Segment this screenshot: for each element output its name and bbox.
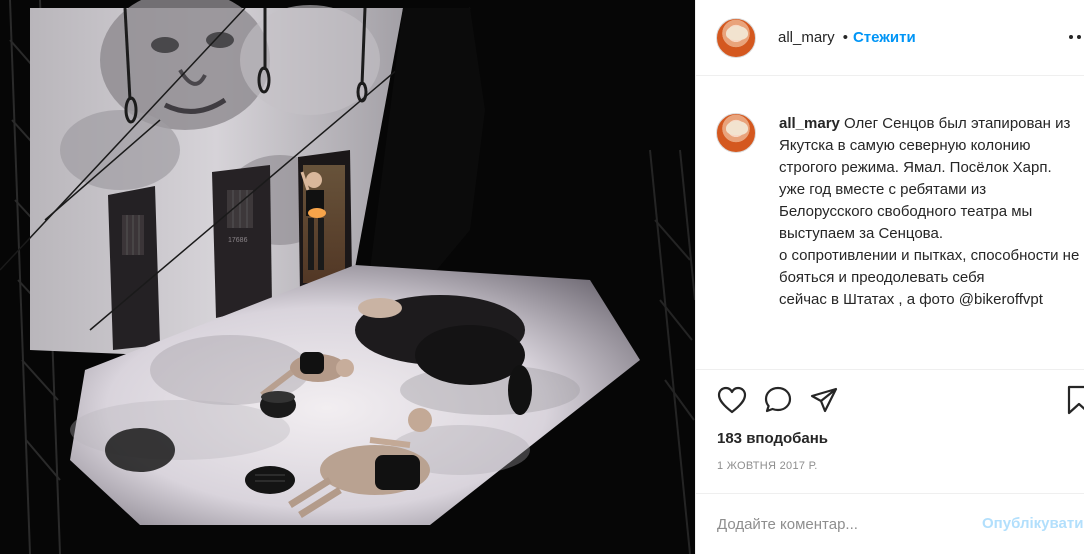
post-date[interactable]: 1 ЖОВТНЯ 2017 Р. bbox=[717, 460, 818, 472]
caption-comment: all_mary Олег Сенцов был этапирован из Я… bbox=[716, 113, 1084, 311]
author-avatar[interactable] bbox=[716, 17, 756, 58]
caption-body: Олег Сенцов был этапирован из Якутска в … bbox=[779, 115, 1080, 308]
caption-username[interactable]: all_mary bbox=[779, 115, 840, 132]
comment-input[interactable] bbox=[717, 512, 967, 536]
publish-button[interactable]: Опублікувати bbox=[982, 515, 1083, 532]
follow-button[interactable]: Стежити bbox=[853, 29, 916, 46]
header-separator: • bbox=[842, 29, 848, 46]
door-number: 17686 bbox=[228, 237, 248, 244]
author-username[interactable]: all_mary bbox=[778, 29, 835, 46]
action-bar bbox=[716, 384, 840, 416]
share-icon[interactable] bbox=[808, 384, 840, 416]
post-header: all_mary • Стежити bbox=[696, 0, 1084, 76]
post-actions-section: 183 вподобань 1 ЖОВТНЯ 2017 Р. bbox=[696, 369, 1084, 472]
heart-icon[interactable] bbox=[716, 384, 748, 416]
post-photo[interactable]: 17686 bbox=[0, 0, 695, 554]
add-comment-bar: Опублікувати bbox=[696, 493, 1084, 554]
caption-avatar[interactable] bbox=[716, 113, 756, 153]
stage-photo-illustration: 17686 bbox=[0, 0, 695, 554]
bookmark-icon[interactable] bbox=[1064, 384, 1084, 416]
more-icon[interactable] bbox=[1067, 28, 1084, 46]
likes-count[interactable]: 183 вподобань bbox=[717, 430, 828, 447]
post-side-panel: all_mary • Стежити all_mary Олег Сенцов … bbox=[695, 0, 1084, 554]
caption-text-block: all_mary Олег Сенцов был этапирован из Я… bbox=[779, 113, 1084, 311]
comment-icon[interactable] bbox=[762, 384, 794, 416]
comments-area[interactable]: all_mary Олег Сенцов был этапирован из Я… bbox=[696, 77, 1084, 369]
